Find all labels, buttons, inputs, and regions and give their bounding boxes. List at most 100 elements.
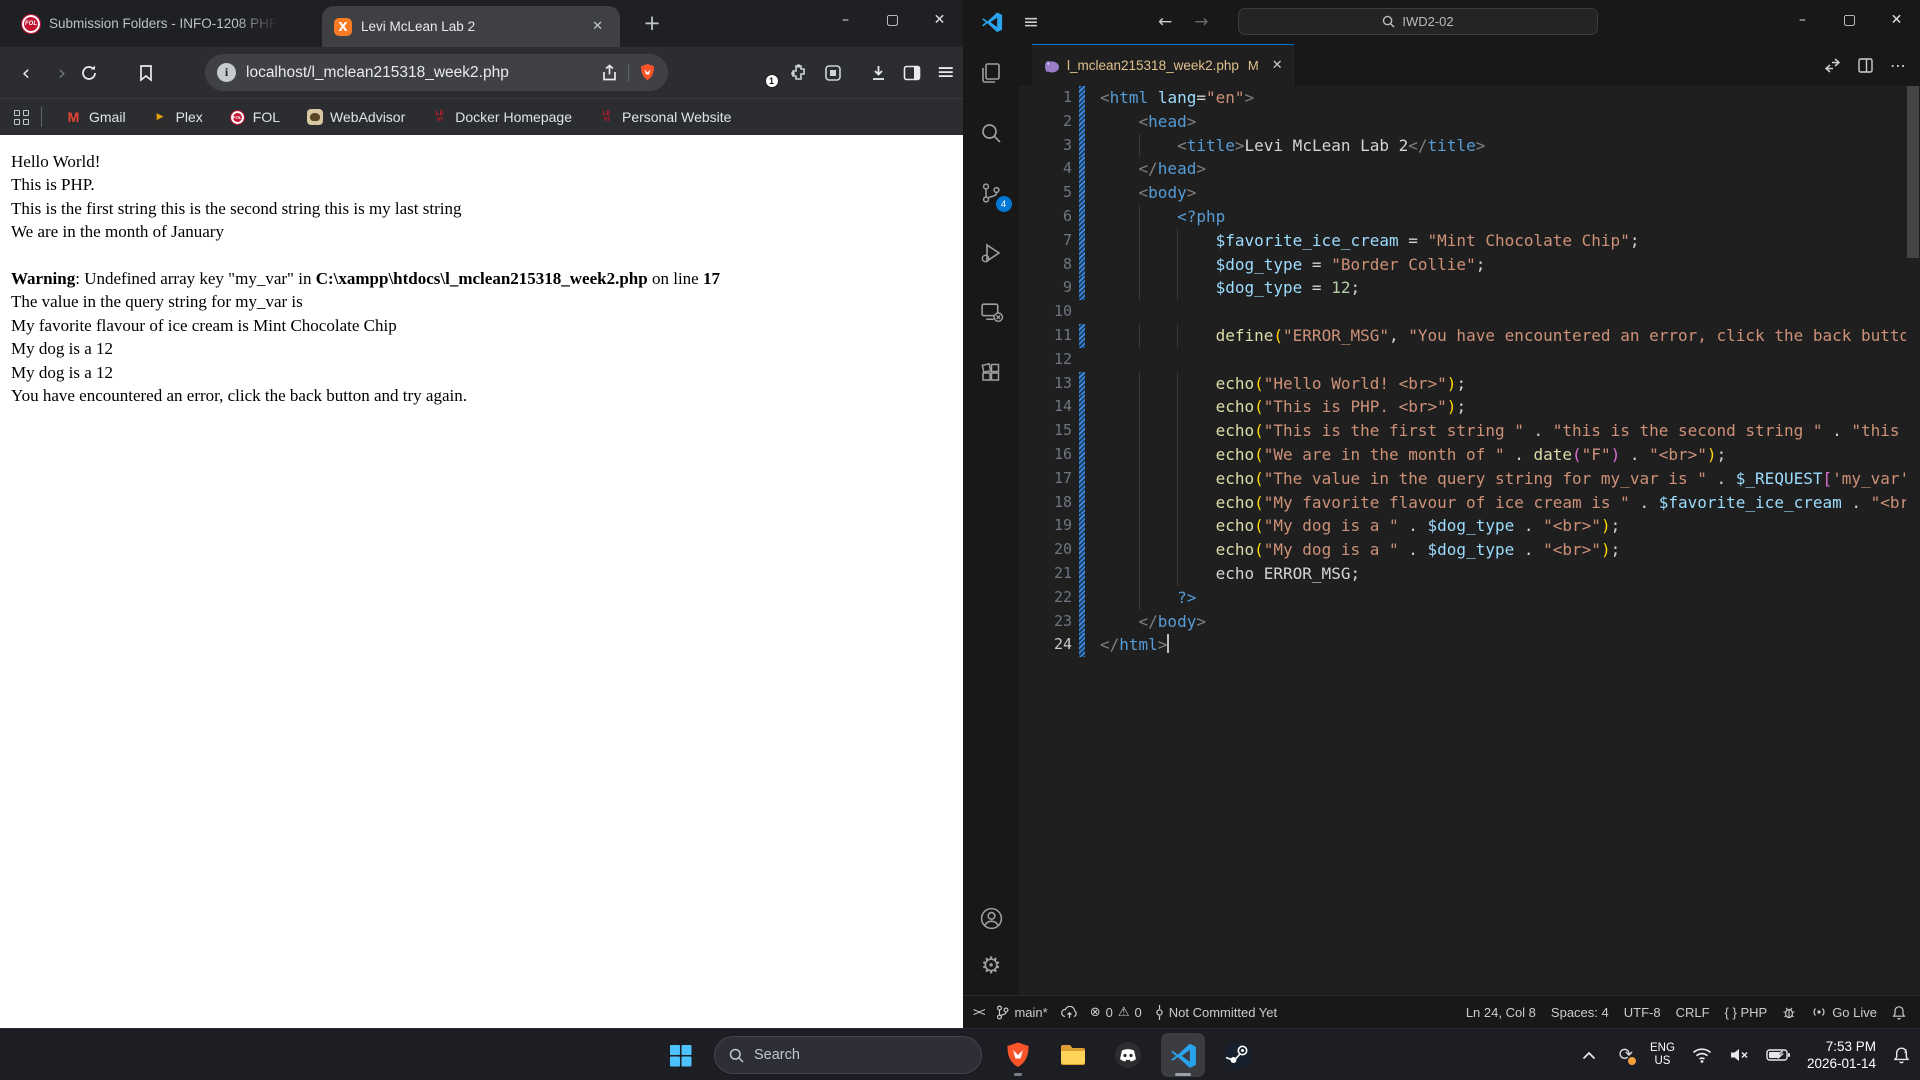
notifications-bell-icon[interactable] — [1892, 1005, 1906, 1020]
new-tab-button[interactable]: + — [638, 10, 666, 38]
maximize-button[interactable]: ▢ — [1826, 0, 1873, 40]
clock[interactable]: 7:53 PM 2026-01-14 — [1807, 1038, 1876, 1072]
tab-close-icon[interactable]: ✕ — [1272, 58, 1283, 73]
bookmark-icon[interactable] — [138, 64, 174, 82]
language-indicator[interactable]: ENGUS — [1650, 1042, 1675, 1068]
url-text[interactable]: localhost/l_mclean215318_week2.php — [246, 64, 591, 82]
bookmark-fol[interactable]: FOL FOL — [220, 105, 289, 130]
extensions-puzzle-icon[interactable] — [789, 63, 808, 82]
share-icon[interactable] — [601, 64, 618, 82]
code-line[interactable]: 5 <body> — [1019, 181, 1906, 205]
browser-menu-icon[interactable]: ≡ — [937, 60, 955, 85]
encoding[interactable]: UTF-8 — [1624, 1005, 1661, 1020]
start-button[interactable] — [658, 1033, 702, 1077]
branch-status[interactable]: main* — [996, 1005, 1047, 1020]
apps-grid-icon[interactable] — [14, 110, 29, 125]
taskbar-vscode-icon[interactable] — [1161, 1033, 1205, 1077]
taskbar-explorer-icon[interactable] — [1051, 1033, 1095, 1077]
publish-icon[interactable] — [1061, 1006, 1077, 1019]
leo-ai-icon[interactable]: 1 — [753, 63, 773, 83]
close-button[interactable]: ✕ — [916, 0, 963, 40]
scrollbar-thumb[interactable] — [1907, 86, 1919, 258]
code-line[interactable]: 6 <?php — [1019, 205, 1906, 229]
code-line[interactable]: 11 define("ERROR_MSG", "You have encount… — [1019, 324, 1906, 348]
downloads-icon[interactable] — [870, 64, 887, 82]
code-line[interactable]: 10 — [1019, 300, 1906, 324]
run-debug-icon[interactable] — [978, 239, 1005, 266]
address-bar[interactable]: i localhost/l_mclean215318_week2.php — [205, 54, 668, 91]
editor-scrollbar[interactable] — [1906, 86, 1920, 995]
code-line[interactable]: 4 </head> — [1019, 157, 1906, 181]
tab-close-icon[interactable]: ✕ — [587, 17, 608, 36]
more-actions-icon[interactable]: ⋯ — [1890, 56, 1906, 75]
code-line[interactable]: 1<html lang="en"> — [1019, 86, 1906, 110]
nav-forward-icon[interactable]: → — [1194, 12, 1208, 32]
code-line[interactable]: 14 echo("This is PHP. <br>"); — [1019, 395, 1906, 419]
reload-icon[interactable] — [80, 64, 116, 82]
code-line[interactable]: 21 echo ERROR_MSG; — [1019, 562, 1906, 586]
cursor-position[interactable]: Ln 24, Col 8 — [1466, 1005, 1536, 1020]
wifi-icon[interactable] — [1692, 1047, 1712, 1063]
vscode-menu-icon[interactable]: ≡ — [1023, 11, 1039, 33]
back-icon[interactable]: ‹ — [8, 61, 44, 85]
code-line[interactable]: 24</html> — [1019, 633, 1906, 657]
code-line[interactable]: 2 <head> — [1019, 110, 1906, 134]
language-mode[interactable]: { } PHP — [1725, 1005, 1768, 1020]
code-line[interactable]: 23 </body> — [1019, 610, 1906, 634]
sidebar-toggle-icon[interactable] — [903, 65, 921, 81]
battery-charging-icon[interactable] — [1766, 1048, 1790, 1062]
minimize-button[interactable]: – — [1779, 0, 1826, 40]
bookmark-docker-homepage[interactable]: LEVI Docker Homepage — [422, 105, 581, 130]
bookmark-webadvisor[interactable]: WebAdvisor — [297, 105, 414, 130]
remote-explorer-icon[interactable] — [978, 299, 1005, 326]
explorer-icon[interactable] — [978, 59, 1005, 86]
code-line[interactable]: 18 echo("My favorite flavour of ice crea… — [1019, 491, 1906, 515]
eol-sequence[interactable]: CRLF — [1676, 1005, 1710, 1020]
screenshot-frame-icon[interactable] — [824, 64, 842, 82]
brave-shield-icon[interactable] — [639, 63, 656, 82]
site-info-icon[interactable]: i — [217, 63, 236, 82]
taskbar-discord-icon[interactable] — [1106, 1033, 1150, 1077]
maximize-button[interactable]: ▢ — [869, 0, 916, 40]
nav-back-icon[interactable]: ← — [1158, 12, 1172, 32]
bookmark-gmail[interactable]: M Gmail — [56, 105, 135, 130]
code-line[interactable]: 3 <title>Levi McLean Lab 2</title> — [1019, 134, 1906, 158]
browser-tab-active[interactable]: X Levi McLean Lab 2 ✕ — [322, 6, 620, 47]
tray-chevron-icon[interactable] — [1582, 1051, 1596, 1060]
account-icon[interactable] — [978, 905, 1005, 932]
editor-tab-active[interactable]: l_mclean215318_week2.php M ✕ — [1032, 44, 1294, 86]
code-line[interactable]: 22 ?> — [1019, 586, 1906, 610]
problems-status[interactable]: ⊗0 ⚠0 — [1090, 1005, 1142, 1020]
go-live-button[interactable]: Go Live — [1811, 1005, 1877, 1020]
volume-muted-icon[interactable] — [1729, 1047, 1749, 1063]
code-line[interactable]: 20 echo("My dog is a " . $dog_type . "<b… — [1019, 538, 1906, 562]
command-center-search[interactable]: IWD2-02 — [1238, 8, 1598, 35]
code-line[interactable]: 7 $favorite_ice_cream = "Mint Chocolate … — [1019, 229, 1906, 253]
settings-gear-icon[interactable]: ⚙ — [978, 952, 1005, 979]
split-editor-icon[interactable] — [1858, 58, 1873, 73]
code-line[interactable]: 8 $dog_type = "Border Collie"; — [1019, 253, 1906, 277]
code-line[interactable]: 13 echo("Hello World! <br>"); — [1019, 372, 1906, 396]
taskbar-steam-icon[interactable] — [1216, 1033, 1260, 1077]
remote-indicator[interactable]: >< — [973, 1005, 983, 1019]
notification-bell-icon[interactable]: z — [1893, 1046, 1910, 1064]
indentation[interactable]: Spaces: 4 — [1551, 1005, 1609, 1020]
search-icon[interactable] — [978, 119, 1005, 146]
bookmark-personal-website[interactable]: LEVI Personal Website — [589, 105, 740, 130]
code-line[interactable]: 19 echo("My dog is a " . $dog_type . "<b… — [1019, 514, 1906, 538]
close-button[interactable]: ✕ — [1873, 0, 1920, 40]
browser-tab-submission-folders[interactable]: FOL Submission Folders - INFO-1208 PHP — [10, 0, 310, 47]
commit-status[interactable]: Not Committed Yet — [1155, 1005, 1277, 1020]
extensions-icon[interactable] — [978, 359, 1005, 386]
code-line[interactable]: 15 echo("This is the first string " . "t… — [1019, 419, 1906, 443]
taskbar-search[interactable]: Search — [714, 1036, 982, 1074]
source-control-icon[interactable]: 4 — [978, 179, 1005, 206]
status-misc-icon[interactable] — [1782, 1006, 1796, 1019]
bookmark-plex[interactable]: ▶ Plex — [143, 105, 212, 130]
minimize-button[interactable]: – — [822, 0, 869, 40]
onedrive-sync-icon[interactable]: ⟳ — [1619, 1045, 1633, 1065]
taskbar-brave-icon[interactable] — [996, 1033, 1040, 1077]
code-line[interactable]: 16 echo("We are in the month of " . date… — [1019, 443, 1906, 467]
code-line[interactable]: 12 — [1019, 348, 1906, 372]
code-line[interactable]: 17 echo("The value in the query string f… — [1019, 467, 1906, 491]
